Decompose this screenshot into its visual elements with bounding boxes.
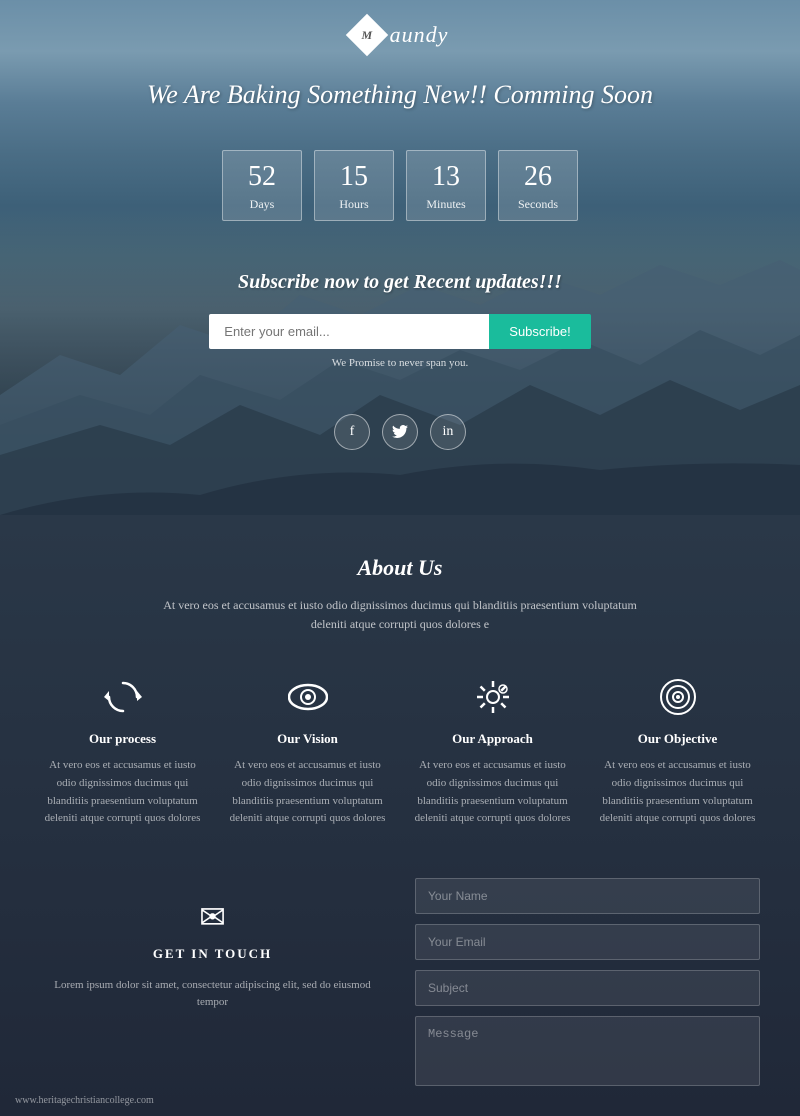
- feature-vision: Our Vision At vero eos et accusamus et i…: [225, 674, 390, 827]
- countdown-seconds: 26 Seconds: [498, 150, 578, 221]
- feature-objective-title: Our Objective: [595, 731, 760, 747]
- seconds-number: 26: [507, 163, 569, 191]
- days-number: 52: [231, 163, 293, 191]
- subscribe-form: Subscribe!: [0, 314, 800, 349]
- vision-icon: [225, 674, 390, 719]
- feature-approach: Our Approach At vero eos et accusamus et…: [410, 674, 575, 827]
- process-icon: [40, 674, 205, 719]
- countdown-hours: 15 Hours: [314, 150, 394, 221]
- social-row: f in: [0, 389, 800, 475]
- get-in-touch-label: GET IN TOUCH: [40, 946, 385, 962]
- subscribe-title: Subscribe now to get Recent updates!!!: [0, 271, 800, 294]
- contact-left: ✉ GET IN TOUCH Lorem ipsum dolor sit ame…: [40, 878, 385, 1012]
- subscribe-note: We Promise to never span you.: [0, 357, 800, 369]
- email-input[interactable]: [209, 314, 489, 349]
- minutes-number: 13: [415, 163, 477, 191]
- feature-process-text: At vero eos et accusamus et iusto odio d…: [40, 757, 205, 827]
- contact-message-textarea[interactable]: [415, 1016, 760, 1086]
- about-section: About Us At vero eos et accusamus et ius…: [40, 555, 760, 634]
- logo-bar: M aundy: [0, 0, 800, 60]
- contact-name-input[interactable]: [415, 878, 760, 914]
- countdown-row: 52 Days 15 Hours 13 Minutes 26 Seconds: [0, 140, 800, 251]
- subscribe-button[interactable]: Subscribe!: [489, 314, 590, 349]
- seconds-label: Seconds: [507, 197, 569, 212]
- feature-objective: Our Objective At vero eos et accusamus e…: [595, 674, 760, 827]
- hero-section: M aundy We Are Baking Something New!! Co…: [0, 0, 800, 515]
- feature-approach-text: At vero eos et accusamus et iusto odio d…: [410, 757, 575, 827]
- contact-section: ✉ GET IN TOUCH Lorem ipsum dolor sit ame…: [40, 878, 760, 1086]
- mail-icon: ✉: [40, 898, 385, 936]
- countdown-days: 52 Days: [222, 150, 302, 221]
- bottom-section: About Us At vero eos et accusamus et ius…: [0, 515, 800, 1116]
- facebook-icon[interactable]: f: [334, 414, 370, 450]
- contact-form: [415, 878, 760, 1086]
- logo-text: aundy: [390, 22, 449, 48]
- contact-description: Lorem ipsum dolor sit amet, consectetur …: [40, 977, 385, 1012]
- days-label: Days: [231, 197, 293, 212]
- feature-vision-text: At vero eos et accusamus et iusto odio d…: [225, 757, 390, 827]
- logo-letter: M: [361, 27, 372, 42]
- hero-headline: We Are Baking Something New!! Comming So…: [0, 60, 800, 140]
- feature-process: Our process At vero eos et accusamus et …: [40, 674, 205, 827]
- feature-vision-title: Our Vision: [225, 731, 390, 747]
- twitter-icon[interactable]: [382, 414, 418, 450]
- features-grid: Our process At vero eos et accusamus et …: [40, 674, 760, 827]
- footer-watermark: www.heritagechristiancollege.com: [15, 1095, 154, 1106]
- subscribe-section: Subscribe now to get Recent updates!!! S…: [0, 251, 800, 389]
- feature-objective-text: At vero eos et accusamus et iusto odio d…: [595, 757, 760, 827]
- feature-process-title: Our process: [40, 731, 205, 747]
- hours-label: Hours: [323, 197, 385, 212]
- approach-icon: [410, 674, 575, 719]
- hours-number: 15: [323, 163, 385, 191]
- minutes-label: Minutes: [415, 197, 477, 212]
- objective-icon: [595, 674, 760, 719]
- feature-approach-title: Our Approach: [410, 731, 575, 747]
- contact-email-input[interactable]: [415, 924, 760, 960]
- about-text: At vero eos et accusamus et iusto odio d…: [150, 596, 650, 634]
- about-title: About Us: [40, 555, 760, 581]
- contact-subject-input[interactable]: [415, 970, 760, 1006]
- countdown-minutes: 13 Minutes: [406, 150, 486, 221]
- logo-diamond: M: [345, 14, 387, 56]
- linkedin-icon[interactable]: in: [430, 414, 466, 450]
